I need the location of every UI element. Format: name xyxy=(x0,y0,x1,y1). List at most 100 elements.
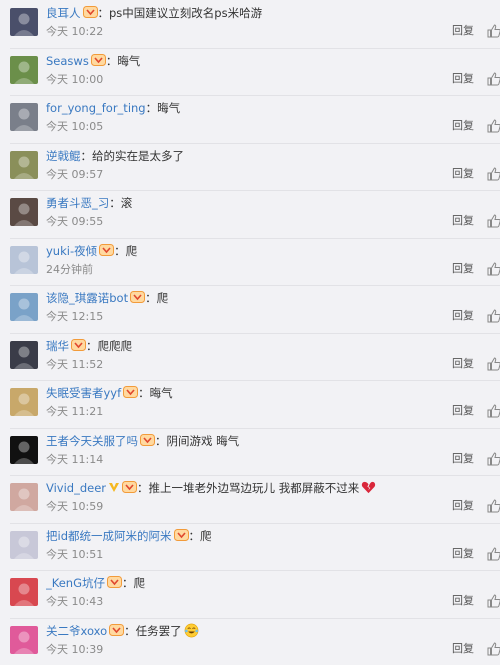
reply-button[interactable]: 回复 xyxy=(452,547,474,561)
like-icon[interactable] xyxy=(486,403,500,419)
username-link[interactable]: Seasws xyxy=(46,54,89,68)
comment-time: 今天 11:14 xyxy=(46,453,103,467)
green-character-avatar-icon[interactable] xyxy=(10,56,38,84)
grey-figure-avatar-icon[interactable] xyxy=(10,103,38,131)
light-anime-avatar-icon[interactable] xyxy=(10,531,38,559)
username-link[interactable]: 瑞华 xyxy=(46,339,69,353)
username-link[interactable]: 逆戟鲲 xyxy=(46,149,81,163)
comment-line: yuki-夜倾 ：爬 xyxy=(46,243,490,259)
comment-item: 把id都统一成阿米的阿米：爬今天 10:51回复 xyxy=(0,523,500,571)
username-link[interactable]: 关二爷xoxo xyxy=(46,624,107,638)
like-icon[interactable] xyxy=(486,213,500,229)
like-icon[interactable] xyxy=(486,356,500,372)
comment-line: Vivid_deer：推上一堆老外边骂边玩儿 我都屏蔽不过来 xyxy=(46,480,490,496)
comment-item: 失眠受害者yyf：晦气今天 11:21回复 xyxy=(0,380,500,428)
comment-line: 把id都统一成阿米的阿米：爬 xyxy=(46,528,490,544)
like-icon[interactable] xyxy=(486,593,500,609)
pink-avatar-icon[interactable] xyxy=(10,626,38,654)
reply-button[interactable]: 回复 xyxy=(452,452,474,466)
username-link[interactable]: 把id都统一成阿米的阿米 xyxy=(46,529,172,543)
white-hair-anime-avatar-icon[interactable] xyxy=(10,246,38,274)
reply-button[interactable]: 回复 xyxy=(452,167,474,181)
fan-badge-icon xyxy=(174,529,189,541)
reply-button[interactable]: 回复 xyxy=(452,642,474,656)
colon-separator: ： xyxy=(86,339,98,353)
username-link[interactable]: 该隐_琪露诺bot xyxy=(46,291,128,305)
laugh-cry-icon xyxy=(184,623,199,638)
colon-separator: ： xyxy=(109,196,121,210)
reply-button[interactable]: 回复 xyxy=(452,262,474,276)
comment-text: 爬 xyxy=(126,244,138,258)
comment-item: Seasws：晦气今天 10:00回复 xyxy=(0,48,500,96)
colon-separator: ： xyxy=(122,576,134,590)
comment-item: 良耳人：ps中国建议立刻改名ps米哈游今天 10:22回复 xyxy=(0,0,500,48)
comment-time: 今天 10:43 xyxy=(46,595,103,609)
comment-time: 今天 09:57 xyxy=(46,168,103,182)
username-link[interactable]: 失眠受害者yyf xyxy=(46,386,121,400)
comment-time: 今天 11:21 xyxy=(46,405,103,419)
comment-text: 晦气 xyxy=(150,386,173,400)
like-icon[interactable] xyxy=(486,261,500,277)
cartoon-avatar-icon[interactable] xyxy=(10,388,38,416)
fan-badge-icon xyxy=(91,54,106,66)
reply-button[interactable]: 回复 xyxy=(452,499,474,513)
colon-separator: ： xyxy=(124,624,136,638)
reply-button[interactable]: 回复 xyxy=(452,119,474,133)
red-anime-avatar-icon[interactable] xyxy=(10,578,38,606)
comment-text: 爬 xyxy=(134,576,146,590)
comment-text: 阴间游戏 晦气 xyxy=(167,434,240,448)
reply-button[interactable]: 回复 xyxy=(452,24,474,38)
fan-badge-icon xyxy=(109,624,124,636)
colon-separator: ： xyxy=(114,244,126,258)
reply-button[interactable]: 回复 xyxy=(452,309,474,323)
brown-person-avatar-icon[interactable] xyxy=(10,198,38,226)
comment-list: 良耳人：ps中国建议立刻改名ps米哈游今天 10:22回复Seasws：晦气今天… xyxy=(0,0,500,665)
colon-separator: ： xyxy=(81,149,93,163)
fan-badge-icon xyxy=(107,576,122,588)
username-link[interactable]: 良耳人 xyxy=(46,6,81,20)
username-link[interactable]: _KenG坑仔 xyxy=(46,576,105,590)
olive-character-avatar-icon[interactable] xyxy=(10,151,38,179)
comment-item: yuki-夜倾：爬24分钟前回复 xyxy=(0,238,500,286)
like-icon[interactable] xyxy=(486,308,500,324)
reply-button[interactable]: 回复 xyxy=(452,72,474,86)
username-link[interactable]: yuki-夜倾 xyxy=(46,244,97,258)
like-icon[interactable] xyxy=(486,23,500,39)
comment-text: 爬 xyxy=(157,291,169,305)
comment-line: 瑞华：爬爬爬 xyxy=(46,338,490,354)
comment-time: 今天 10:22 xyxy=(46,25,103,39)
silhouette-avatar-icon[interactable] xyxy=(10,341,38,369)
reply-button[interactable]: 回复 xyxy=(452,357,474,371)
fan-badge-icon xyxy=(71,339,86,351)
comment-line: 该隐_琪露诺bot ：爬 xyxy=(46,290,490,306)
dark-anime-avatar-icon[interactable] xyxy=(10,8,38,36)
username-link[interactable]: Vivid_deer xyxy=(46,481,106,495)
comment-item: 该隐_琪露诺bot：爬今天 12:15回复 xyxy=(0,285,500,333)
comment-line: _KenG坑仔 ：爬 xyxy=(46,575,490,591)
reply-button[interactable]: 回复 xyxy=(452,214,474,228)
pink-anime-avatar-icon[interactable] xyxy=(10,483,38,511)
fan-badge-icon xyxy=(83,6,98,18)
like-icon[interactable] xyxy=(486,546,500,562)
colon-separator: ： xyxy=(98,6,110,20)
broken-heart-icon xyxy=(361,480,376,495)
black-avatar-icon[interactable] xyxy=(10,436,38,464)
colon-separator: ： xyxy=(155,434,167,448)
like-icon[interactable] xyxy=(486,166,500,182)
like-icon[interactable] xyxy=(486,71,500,87)
like-icon[interactable] xyxy=(486,498,500,514)
comment-time: 今天 10:39 xyxy=(46,643,103,657)
username-link[interactable]: for_yong_for_ting xyxy=(46,101,146,115)
comment-item: for_yong_for_ting：晦气今天 10:05回复 xyxy=(0,95,500,143)
username-link[interactable]: 王者今天关服了吗 xyxy=(46,434,138,448)
like-icon[interactable] xyxy=(486,451,500,467)
reply-button[interactable]: 回复 xyxy=(452,594,474,608)
like-icon[interactable] xyxy=(486,118,500,134)
comment-line: 勇者斗恶_习：滚 xyxy=(46,195,490,211)
blue-anime-avatar-icon[interactable] xyxy=(10,293,38,321)
username-link[interactable]: 勇者斗恶_习 xyxy=(46,196,109,210)
comment-text: 任务罢了 xyxy=(136,624,182,638)
like-icon[interactable] xyxy=(486,641,500,657)
reply-button[interactable]: 回复 xyxy=(452,404,474,418)
colon-separator: ： xyxy=(145,291,157,305)
